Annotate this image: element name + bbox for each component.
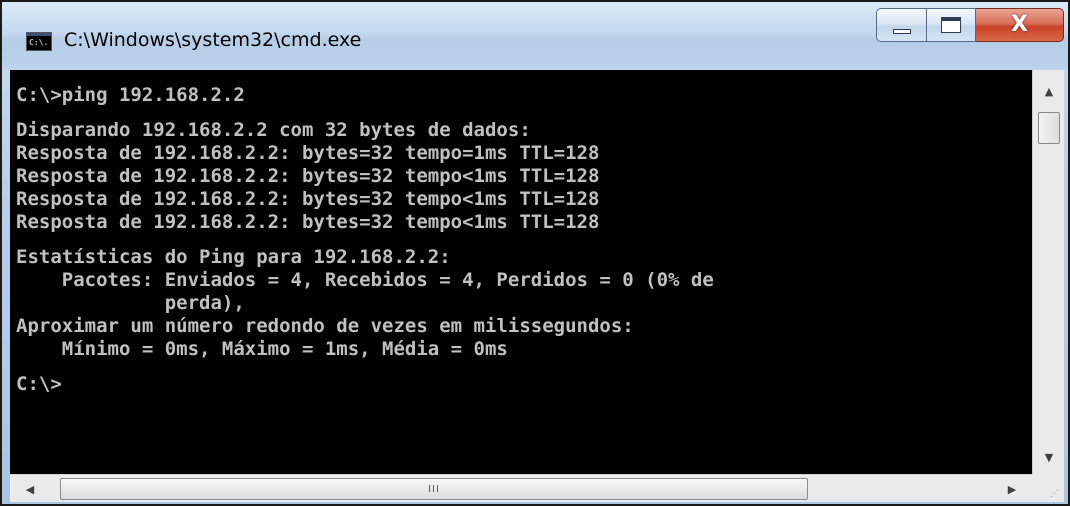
- console-line: Pacotes: Enviados = 4, Recebidos = 4, Pe…: [16, 269, 714, 291]
- close-button[interactable]: X: [976, 8, 1064, 42]
- scroll-right-arrow-icon[interactable]: ▶: [998, 475, 1026, 503]
- window-title: C:\Windows\system32\cmd.exe: [64, 29, 362, 51]
- maximize-icon: [941, 17, 961, 33]
- console-line: Estatísticas do Ping para 192.168.2.2:: [16, 246, 451, 268]
- console-output-area[interactable]: C:\>ping 192.168.2.2 Disparando 192.168.2…: [10, 70, 1032, 474]
- minimize-button[interactable]: [876, 8, 926, 42]
- console-line: Resposta de 192.168.2.2: bytes=32 tempo=…: [16, 142, 600, 164]
- cmd-window: C:\. C:\Windows\system32\cmd.exe X C:\>p…: [0, 0, 1070, 506]
- console-line: Disparando 192.168.2.2 com 32 bytes de d…: [16, 119, 531, 141]
- vertical-scroll-thumb[interactable]: [1038, 112, 1060, 144]
- console-line: Resposta de 192.168.2.2: bytes=32 tempo<…: [16, 211, 600, 233]
- console-line: Resposta de 192.168.2.2: bytes=32 tempo<…: [16, 188, 600, 210]
- minimize-icon: [892, 28, 911, 34]
- resize-grip-icon: ⋰: [1050, 489, 1059, 499]
- size-grip[interactable]: ⋰: [1032, 474, 1064, 502]
- console-line: Mínimo = 0ms, Máximo = 1ms, Média = 0ms: [16, 338, 508, 360]
- horizontal-scroll-thumb[interactable]: III: [60, 478, 808, 500]
- console-line: perda),: [16, 292, 245, 314]
- scroll-down-arrow-icon[interactable]: ▼: [1033, 442, 1065, 472]
- scroll-thumb-grip-icon: III: [428, 483, 440, 495]
- caption-buttons: X: [876, 8, 1064, 44]
- scroll-up-arrow-icon[interactable]: ▲: [1033, 76, 1065, 106]
- vertical-scrollbar[interactable]: ▲ ▼: [1032, 70, 1064, 474]
- close-icon: X: [1011, 12, 1028, 37]
- title-bar[interactable]: C:\. C:\Windows\system32\cmd.exe X: [2, 2, 1068, 70]
- console-text: C:\>ping 192.168.2.2 Disparando 192.168.2…: [16, 84, 714, 396]
- maximize-button[interactable]: [926, 8, 976, 42]
- console-line: C:\>: [16, 373, 62, 395]
- scroll-left-arrow-icon[interactable]: ◀: [16, 475, 44, 503]
- cmd-app-icon[interactable]: C:\.: [26, 32, 52, 51]
- horizontal-scrollbar[interactable]: ◀ III ▶: [10, 474, 1032, 502]
- console-line: Resposta de 192.168.2.2: bytes=32 tempo<…: [16, 165, 600, 187]
- console-line: Aproximar um número redondo de vezes em …: [16, 315, 634, 337]
- cmd-icon-label: C:\.: [29, 38, 49, 47]
- console-line: C:\>ping 192.168.2.2: [16, 84, 245, 106]
